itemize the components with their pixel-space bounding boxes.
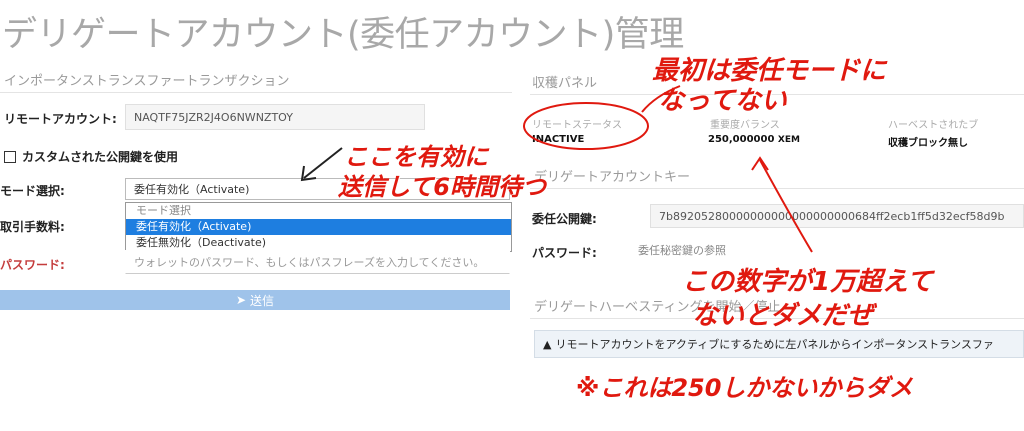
annotation-note-2-line2: 送信して6時間待つ bbox=[338, 173, 546, 201]
annotation-note-2-line1: ここを有効に bbox=[344, 143, 488, 171]
annotation-note-3-line2: ないとダメだぜ bbox=[692, 301, 874, 331]
annotation-note-3: この数字が1万超えて ないとダメだぜ bbox=[682, 265, 933, 333]
mode-arrow-line bbox=[303, 147, 343, 179]
annotation-note-1-line2: なってない bbox=[658, 86, 787, 116]
balance-arrow-head bbox=[751, 156, 769, 171]
annotation-note-1: 最初は委任モードに なってない bbox=[652, 56, 886, 116]
annotation-note-3-line1: この数字が1万超えて bbox=[682, 267, 933, 297]
annotation-note-4: ※これは250しかないからダメ bbox=[576, 374, 913, 402]
balance-arrow-line bbox=[759, 159, 813, 253]
annotation-note-1-line1: 最初は委任モードに bbox=[652, 56, 887, 86]
annotation-note-2: ここを有効に 送信して6時間待つ bbox=[338, 142, 546, 202]
